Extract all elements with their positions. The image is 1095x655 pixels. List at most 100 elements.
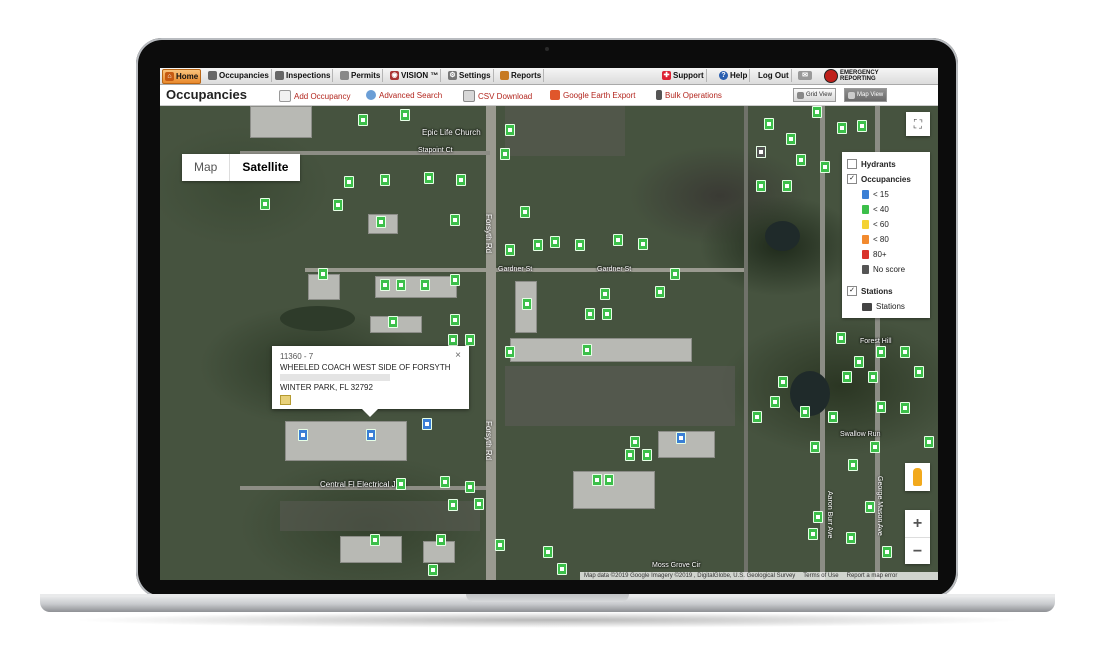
occupancy-marker[interactable] <box>436 534 446 546</box>
occupancy-marker[interactable] <box>756 180 766 192</box>
occupancy-marker[interactable] <box>465 481 475 493</box>
map-type-map-button[interactable]: Map <box>182 154 229 181</box>
occupancy-marker[interactable] <box>876 346 886 358</box>
occupancy-marker[interactable] <box>440 476 450 488</box>
legend-occupancies-toggle[interactable]: ✓ Occupancies <box>847 174 911 184</box>
occupancy-marker[interactable] <box>857 120 867 132</box>
occupancy-marker-low-score[interactable] <box>422 418 432 430</box>
occupancy-marker[interactable] <box>914 366 924 378</box>
zoom-in-button[interactable]: + <box>905 510 930 538</box>
occupancy-marker[interactable] <box>625 449 635 461</box>
edit-icon[interactable] <box>280 395 291 405</box>
occupancy-marker[interactable] <box>450 214 460 226</box>
occupancy-marker[interactable] <box>870 441 880 453</box>
occupancy-marker[interactable] <box>396 478 406 490</box>
tab-vision[interactable]: ◉ VISION ™ <box>388 69 442 82</box>
occupancy-marker[interactable] <box>520 206 530 218</box>
occupancy-marker[interactable] <box>655 286 665 298</box>
occupancy-marker-low-score[interactable] <box>366 429 376 441</box>
occupancy-marker[interactable] <box>842 371 852 383</box>
occupancy-marker[interactable] <box>428 564 438 576</box>
occupancy-marker[interactable] <box>448 334 458 346</box>
occupancy-marker[interactable] <box>450 274 460 286</box>
occupancy-marker[interactable] <box>810 441 820 453</box>
occupancy-marker[interactable] <box>396 279 406 291</box>
occupancy-marker[interactable] <box>448 499 458 511</box>
support-button[interactable]: ✚ Support <box>660 69 707 82</box>
occupancy-marker[interactable] <box>900 402 910 414</box>
help-button[interactable]: ? Help <box>717 69 751 82</box>
report-error-link[interactable]: Report a map error <box>847 572 898 580</box>
occupancy-marker-low-score[interactable] <box>298 429 308 441</box>
mail-button[interactable]: ✉ <box>796 69 814 82</box>
occupancy-marker[interactable] <box>638 238 648 250</box>
occupancy-marker[interactable] <box>533 239 543 251</box>
occupancy-marker[interactable] <box>380 279 390 291</box>
grid-view-button[interactable]: Grid View <box>793 88 836 102</box>
occupancy-marker[interactable] <box>420 279 430 291</box>
occupancy-marker[interactable] <box>808 528 818 540</box>
occupancy-marker[interactable] <box>600 288 610 300</box>
google-earth-export-button[interactable]: Google Earth Export <box>550 90 635 100</box>
logout-button[interactable]: Log Out <box>756 69 792 82</box>
occupancy-marker[interactable] <box>924 436 934 448</box>
occupancy-marker[interactable] <box>376 216 386 228</box>
occupancy-marker[interactable] <box>370 534 380 546</box>
occupancy-marker[interactable] <box>400 109 410 121</box>
occupancy-marker[interactable] <box>465 334 475 346</box>
occupancy-marker[interactable] <box>344 176 354 188</box>
occupancy-marker[interactable] <box>836 332 846 344</box>
occupancy-marker[interactable] <box>752 411 762 423</box>
occupancy-marker[interactable] <box>543 546 553 558</box>
stations-checkbox[interactable]: ✓ <box>847 286 857 296</box>
occupancy-marker[interactable] <box>876 401 886 413</box>
occupancy-marker[interactable] <box>670 268 680 280</box>
occupancy-marker[interactable] <box>882 546 892 558</box>
occupancy-marker[interactable] <box>550 236 560 248</box>
occupancy-marker[interactable] <box>424 172 434 184</box>
occupancy-marker[interactable] <box>820 161 830 173</box>
satellite-map[interactable]: Epic Life Church Stapoint Ct Forsyth Rd … <box>160 106 938 580</box>
occupancy-marker[interactable] <box>900 346 910 358</box>
hydrants-checkbox[interactable] <box>847 159 857 169</box>
csv-download-button[interactable]: CSV Download <box>463 90 532 102</box>
tab-settings[interactable]: ⚙ Settings <box>446 69 494 82</box>
map-view-button[interactable]: Map View <box>844 88 888 102</box>
occupancy-marker[interactable] <box>602 308 612 320</box>
occupancy-marker[interactable] <box>828 411 838 423</box>
occupancy-marker[interactable] <box>764 118 774 130</box>
advanced-search-button[interactable]: Advanced Search <box>366 90 442 100</box>
occupancy-marker[interactable] <box>854 356 864 368</box>
occupancy-marker[interactable] <box>604 474 614 486</box>
occupancy-marker[interactable] <box>456 174 466 186</box>
tab-permits[interactable]: Permits <box>338 69 384 82</box>
occupancy-marker[interactable] <box>613 234 623 246</box>
occupancy-marker[interactable] <box>505 346 515 358</box>
occupancy-marker[interactable] <box>585 308 595 320</box>
occupancy-marker[interactable] <box>812 106 822 118</box>
occupancy-marker[interactable] <box>782 180 792 192</box>
occupancy-marker[interactable] <box>846 532 856 544</box>
occupancy-marker[interactable] <box>837 122 847 134</box>
tab-reports[interactable]: Reports <box>498 69 545 82</box>
tab-home[interactable]: ⌂ Home <box>162 69 202 84</box>
fullscreen-button[interactable]: ⛶ <box>906 112 930 136</box>
occupancy-marker[interactable] <box>582 344 592 356</box>
occupancy-marker[interactable] <box>358 114 368 126</box>
occupancy-marker[interactable] <box>505 244 515 256</box>
occupancy-marker[interactable] <box>380 174 390 186</box>
occupancies-checkbox[interactable]: ✓ <box>847 174 857 184</box>
occupancy-marker[interactable] <box>505 124 515 136</box>
occupancy-marker[interactable] <box>786 133 796 145</box>
occupancy-marker[interactable] <box>592 474 602 486</box>
occupancy-marker[interactable] <box>333 199 343 211</box>
tab-occupancies[interactable]: Occupancies <box>206 69 272 82</box>
bulk-operations-button[interactable]: Bulk Operations <box>656 90 722 100</box>
terms-link[interactable]: Terms of Use <box>803 572 838 580</box>
occupancy-marker[interactable] <box>575 239 585 251</box>
tab-inspections[interactable]: Inspections <box>273 69 334 82</box>
map-type-satellite-button[interactable]: Satellite <box>229 154 300 181</box>
close-icon[interactable]: × <box>455 350 461 361</box>
occupancy-marker[interactable] <box>848 459 858 471</box>
occupancy-marker[interactable] <box>813 511 823 523</box>
